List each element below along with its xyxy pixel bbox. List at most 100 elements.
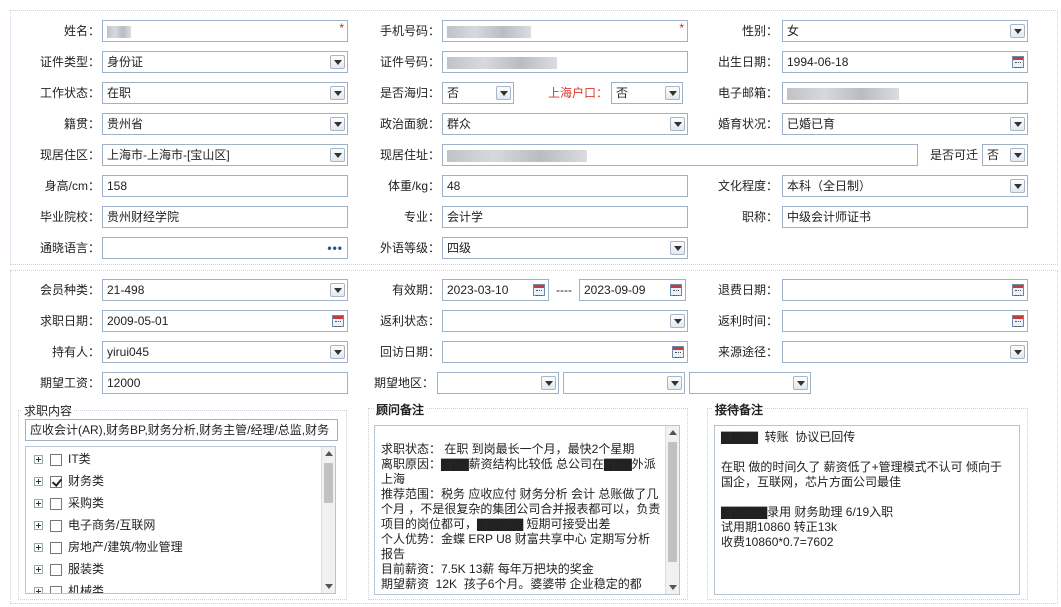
chevron-down-icon[interactable]: [667, 376, 682, 390]
chevron-down-icon[interactable]: [1010, 148, 1025, 162]
chevron-down-icon[interactable]: [330, 283, 345, 297]
expand-icon[interactable]: [34, 565, 43, 575]
chevron-down-icon[interactable]: [670, 314, 685, 328]
checkbox[interactable]: [50, 519, 62, 532]
tree-item-ecommerce[interactable]: 电子商务/互联网: [34, 516, 155, 534]
address-field[interactable]: [442, 144, 918, 166]
work-status-select[interactable]: 在职: [102, 82, 348, 104]
calendar-icon[interactable]: [670, 284, 682, 296]
job-content-selected-field[interactable]: 应收会计(AR),财务BP,财务分析,财务主管/经理/总监,财务: [25, 419, 338, 441]
tree-item-it[interactable]: IT类: [34, 450, 91, 468]
chevron-down-icon[interactable]: [330, 148, 345, 162]
expand-icon[interactable]: [34, 455, 43, 465]
calendar-icon[interactable]: [1012, 315, 1024, 327]
native-place-select[interactable]: 贵州省: [102, 113, 348, 135]
rebate-status-select[interactable]: [442, 310, 688, 332]
expand-icon[interactable]: [34, 587, 43, 593]
advisor-notes-textarea[interactable]: 求职状态： 在职 到岗最长一个月，最快2个星期 离职原因：▇▇▇薪资结构比较低 …: [374, 425, 680, 595]
holder-value: yirui045: [107, 345, 150, 359]
tree-item-apparel[interactable]: 服装类: [34, 560, 104, 578]
chevron-down-icon[interactable]: [670, 117, 685, 131]
validity-to-field[interactable]: 2023-09-09: [579, 279, 686, 301]
scroll-down-icon[interactable]: [325, 584, 333, 589]
email-field[interactable]: [782, 82, 1028, 104]
height-field[interactable]: 158: [102, 175, 348, 197]
foreign-level-select[interactable]: 四级: [442, 237, 688, 259]
chevron-down-icon[interactable]: [670, 241, 685, 255]
name-field[interactable]: *: [102, 20, 348, 42]
returnee-select[interactable]: 否: [442, 82, 514, 104]
tree-item-purchase[interactable]: 采购类: [34, 494, 104, 512]
source-select[interactable]: [782, 341, 1028, 363]
checkbox[interactable]: [50, 585, 62, 593]
residence-area-select[interactable]: 上海市-上海市-[宝山区]: [102, 144, 348, 166]
birth-date-field[interactable]: 1994-06-18: [782, 51, 1028, 73]
region-province-select[interactable]: [437, 372, 559, 394]
chevron-down-icon[interactable]: [330, 86, 345, 100]
chevron-down-icon[interactable]: [1010, 117, 1025, 131]
checkbox[interactable]: [50, 497, 62, 510]
validity-from-field[interactable]: 2023-03-10: [442, 279, 549, 301]
chevron-down-icon[interactable]: [1010, 345, 1025, 359]
tree-item-finance[interactable]: 财务类: [34, 472, 104, 490]
expected-salary-field[interactable]: 12000: [102, 372, 348, 394]
checkbox[interactable]: [50, 453, 62, 466]
tree-item-machinery[interactable]: 机械类: [34, 582, 104, 593]
scroll-down-icon[interactable]: [669, 585, 677, 590]
chevron-down-icon[interactable]: [1010, 179, 1025, 193]
political-status-select[interactable]: 群众: [442, 113, 688, 135]
tree-item-realestate[interactable]: 房地产/建筑/物业管理: [34, 538, 183, 556]
reception-notes-textarea[interactable]: ▇▇▇▇ 转账 协议已回传 在职 做的时间久了 薪资低了+管理模式不认可 倾向于…: [714, 425, 1020, 595]
expand-icon[interactable]: [34, 477, 43, 487]
phone-field[interactable]: *: [442, 20, 688, 42]
major-field[interactable]: 会计学: [442, 206, 688, 228]
id-number-field[interactable]: [442, 51, 688, 73]
education-select[interactable]: 本科（全日制）: [782, 175, 1028, 197]
chevron-down-icon[interactable]: [330, 345, 345, 359]
region-district-select[interactable]: [689, 372, 811, 394]
expand-icon[interactable]: [34, 521, 43, 531]
chevron-down-icon[interactable]: [496, 86, 511, 100]
chevron-down-icon[interactable]: [330, 55, 345, 69]
expand-icon[interactable]: [34, 543, 43, 553]
weight-field[interactable]: 48: [442, 175, 688, 197]
scroll-up-icon[interactable]: [669, 430, 677, 435]
marital-status-select[interactable]: 已婚已育: [782, 113, 1028, 135]
checkbox[interactable]: [50, 541, 62, 554]
required-mark: *: [339, 21, 344, 35]
language-field[interactable]: •••: [102, 237, 348, 259]
job-date-field[interactable]: 2009-05-01: [102, 310, 348, 332]
chevron-down-icon[interactable]: [541, 376, 556, 390]
rebate-time-field[interactable]: [782, 310, 1028, 332]
gender-select[interactable]: 女: [782, 20, 1028, 42]
shanghai-hukou-select[interactable]: 否: [611, 82, 683, 104]
calendar-icon[interactable]: [1012, 56, 1024, 68]
calendar-icon[interactable]: [533, 284, 545, 296]
expand-icon[interactable]: [34, 499, 43, 509]
refund-date-field[interactable]: [782, 279, 1028, 301]
scroll-thumb[interactable]: [324, 463, 333, 503]
visit-date-field[interactable]: [442, 341, 688, 363]
chevron-down-icon[interactable]: [1010, 24, 1025, 38]
scroll-thumb[interactable]: [668, 442, 677, 562]
chevron-down-icon[interactable]: [330, 117, 345, 131]
region-city-select[interactable]: [563, 372, 685, 394]
calendar-icon[interactable]: [1012, 284, 1024, 296]
checkbox-checked[interactable]: [50, 475, 62, 488]
calendar-icon[interactable]: [332, 315, 344, 327]
job-title-field[interactable]: 中级会计师证书: [782, 206, 1028, 228]
holder-select[interactable]: yirui045: [102, 341, 348, 363]
relocatable-select[interactable]: 否: [982, 144, 1028, 166]
tree-scrollbar[interactable]: [321, 447, 335, 593]
chevron-down-icon[interactable]: [665, 86, 680, 100]
id-type-select[interactable]: 身份证: [102, 51, 348, 73]
checkbox[interactable]: [50, 563, 62, 576]
notes-scrollbar[interactable]: [665, 426, 679, 594]
job-category-tree[interactable]: IT类 财务类 采购类 电子商务/互联网 房地产/建筑/物业管理 服装类 机械类: [25, 446, 336, 594]
school-field[interactable]: 贵州财经学院: [102, 206, 348, 228]
scroll-up-icon[interactable]: [325, 451, 333, 456]
chevron-down-icon[interactable]: [793, 376, 808, 390]
more-icon[interactable]: •••: [327, 238, 343, 258]
member-type-select[interactable]: 21-498: [102, 279, 348, 301]
calendar-icon[interactable]: [672, 346, 684, 358]
